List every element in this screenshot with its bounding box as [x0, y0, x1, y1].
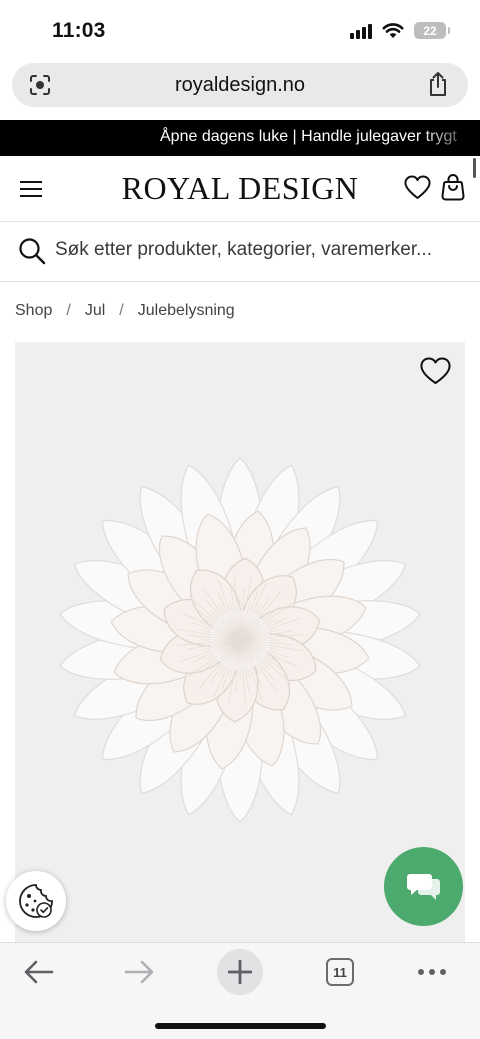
status-bar: 11:03 22 — [0, 0, 480, 62]
announcement-fade — [420, 120, 480, 156]
home-indicator — [155, 1023, 326, 1029]
bag-icon[interactable] — [441, 173, 465, 201]
announcement-bar[interactable]: Åpne dagens luke | Handle julegaver tryg… — [0, 120, 480, 156]
tab-count: 11 — [326, 958, 354, 986]
page-scrollbar[interactable] — [473, 158, 476, 178]
breadcrumb-item-julebelysning[interactable]: Julebelysning — [138, 302, 235, 320]
status-icons: 22 — [350, 22, 450, 39]
announcement-text[interactable]: Åpne dagens luke | Handle julegaver tryg… — [160, 128, 457, 146]
search-icon[interactable] — [18, 237, 46, 265]
chat-button[interactable] — [384, 847, 463, 926]
more-button[interactable] — [410, 949, 454, 995]
back-button[interactable] — [18, 949, 60, 995]
url-text[interactable]: royaldesign.no — [12, 74, 468, 97]
chat-bubbles-icon — [406, 873, 440, 900]
breadcrumb-separator: / — [119, 302, 124, 319]
breadcrumb-separator: / — [66, 302, 71, 319]
share-icon[interactable] — [426, 71, 450, 97]
signal-icon — [350, 23, 372, 39]
forward-button[interactable] — [118, 949, 160, 995]
plus-icon — [228, 960, 252, 984]
paper-star-lamp-illustration — [59, 457, 421, 823]
battery-level: 22 — [423, 23, 437, 38]
breadcrumb: Shop / Jul / Julebelysning — [15, 302, 235, 320]
search-bar — [0, 222, 480, 282]
tabs-button[interactable]: 11 — [322, 949, 358, 995]
status-time: 11:03 — [52, 19, 106, 42]
url-bar[interactable]: royaldesign.no — [12, 63, 468, 107]
arrow-right-icon — [124, 960, 154, 984]
breadcrumb-item-shop[interactable]: Shop — [15, 302, 52, 320]
cookie-icon — [19, 884, 53, 918]
heart-icon[interactable] — [404, 175, 431, 200]
new-tab-button[interactable] — [217, 949, 263, 995]
wifi-icon — [382, 23, 404, 38]
search-input[interactable] — [55, 239, 455, 261]
heart-outline-icon[interactable] — [420, 357, 451, 385]
arrow-left-icon — [24, 960, 54, 984]
breadcrumb-item-jul[interactable]: Jul — [85, 302, 105, 320]
cookie-settings-button[interactable] — [6, 871, 66, 931]
battery-indicator: 22 — [414, 22, 450, 39]
more-dots-icon — [418, 969, 446, 975]
